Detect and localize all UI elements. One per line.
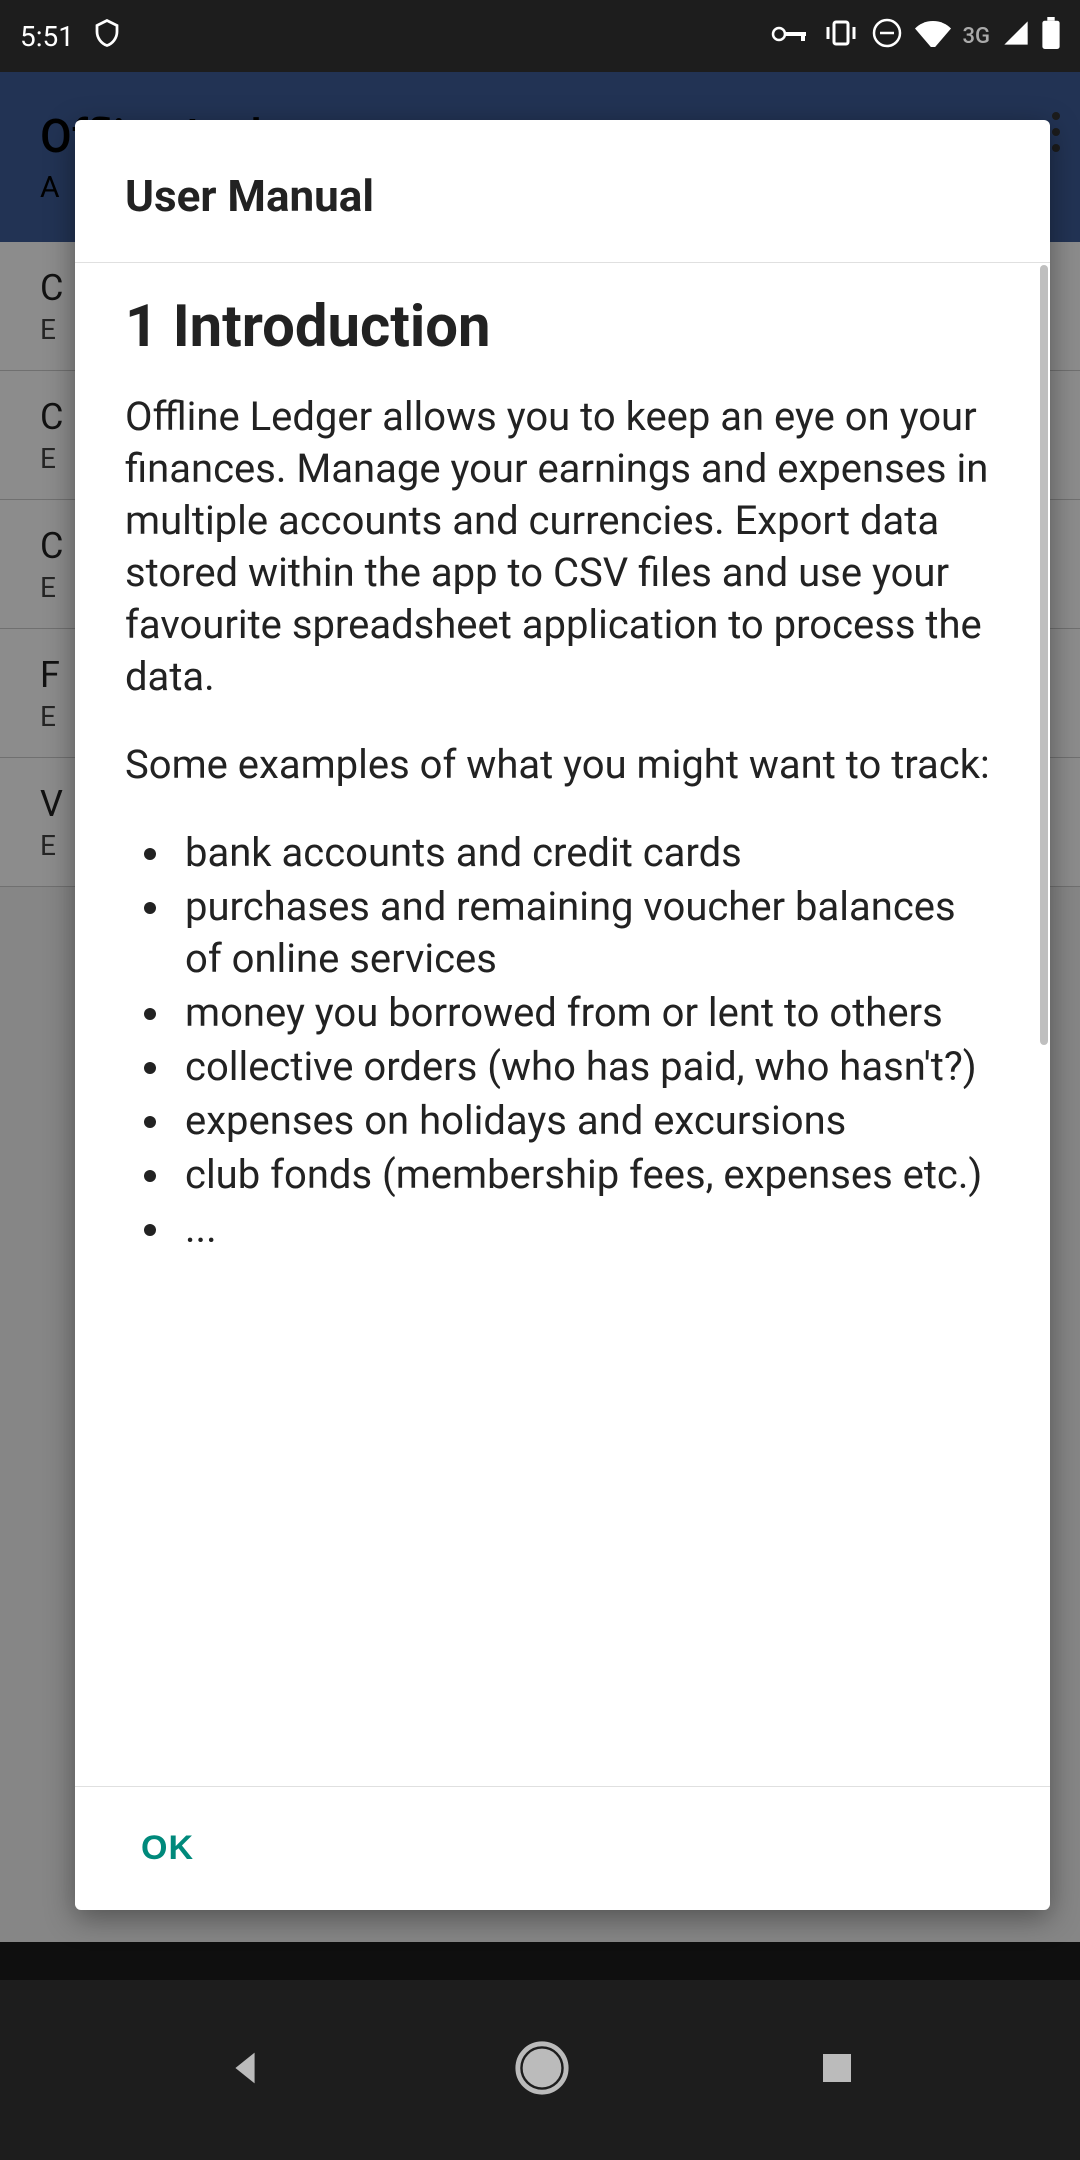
manual-list-item: ...: [175, 1203, 1000, 1255]
dnd-icon: [871, 17, 903, 56]
shield-icon: [92, 16, 122, 57]
vibrate-icon: [823, 18, 859, 55]
manual-list-item: bank accounts and credit cards: [175, 827, 1000, 879]
manual-list: bank accounts and credit cards purchases…: [125, 827, 1000, 1255]
scrollbar[interactable]: [1040, 265, 1048, 1045]
status-bar: 5:51 3G: [0, 0, 1080, 72]
status-time: 5:51: [20, 20, 74, 53]
manual-list-item: money you borrowed from or lent to other…: [175, 987, 1000, 1039]
dialog-footer: OK: [75, 1786, 1050, 1910]
dialog-title: User Manual: [75, 120, 1050, 263]
battery-icon: [1042, 17, 1060, 56]
dialog-body[interactable]: 1 Introduction Offline Ledger allows you…: [75, 263, 1050, 1786]
ok-button[interactable]: OK: [115, 1815, 220, 1882]
back-icon[interactable]: [222, 2045, 268, 2095]
system-nav-bar: [0, 1980, 1080, 2160]
manual-paragraph: Offline Ledger allows you to keep an eye…: [125, 391, 1000, 703]
signal-icon: [1002, 19, 1030, 54]
vpn-key-icon: [771, 20, 811, 53]
manual-list-item: club fonds (membership fees, ex­penses e…: [175, 1149, 1000, 1201]
manual-paragraph: Some examples of what you might want to …: [125, 739, 1000, 791]
manual-heading: 1 Introduction: [125, 293, 1000, 361]
manual-list-item: collective orders (who has paid, who has…: [175, 1041, 1000, 1093]
manual-list-item: expenses on holidays and excursions: [175, 1095, 1000, 1147]
wifi-icon: [915, 19, 951, 54]
network-label: 3G: [963, 24, 991, 49]
recent-apps-icon[interactable]: [816, 2047, 858, 2093]
home-icon[interactable]: [513, 2039, 571, 2101]
user-manual-dialog: User Manual 1 Introduction Offline Ledge…: [75, 120, 1050, 1910]
manual-list-item: purchases and remaining voucher balances…: [175, 881, 1000, 985]
